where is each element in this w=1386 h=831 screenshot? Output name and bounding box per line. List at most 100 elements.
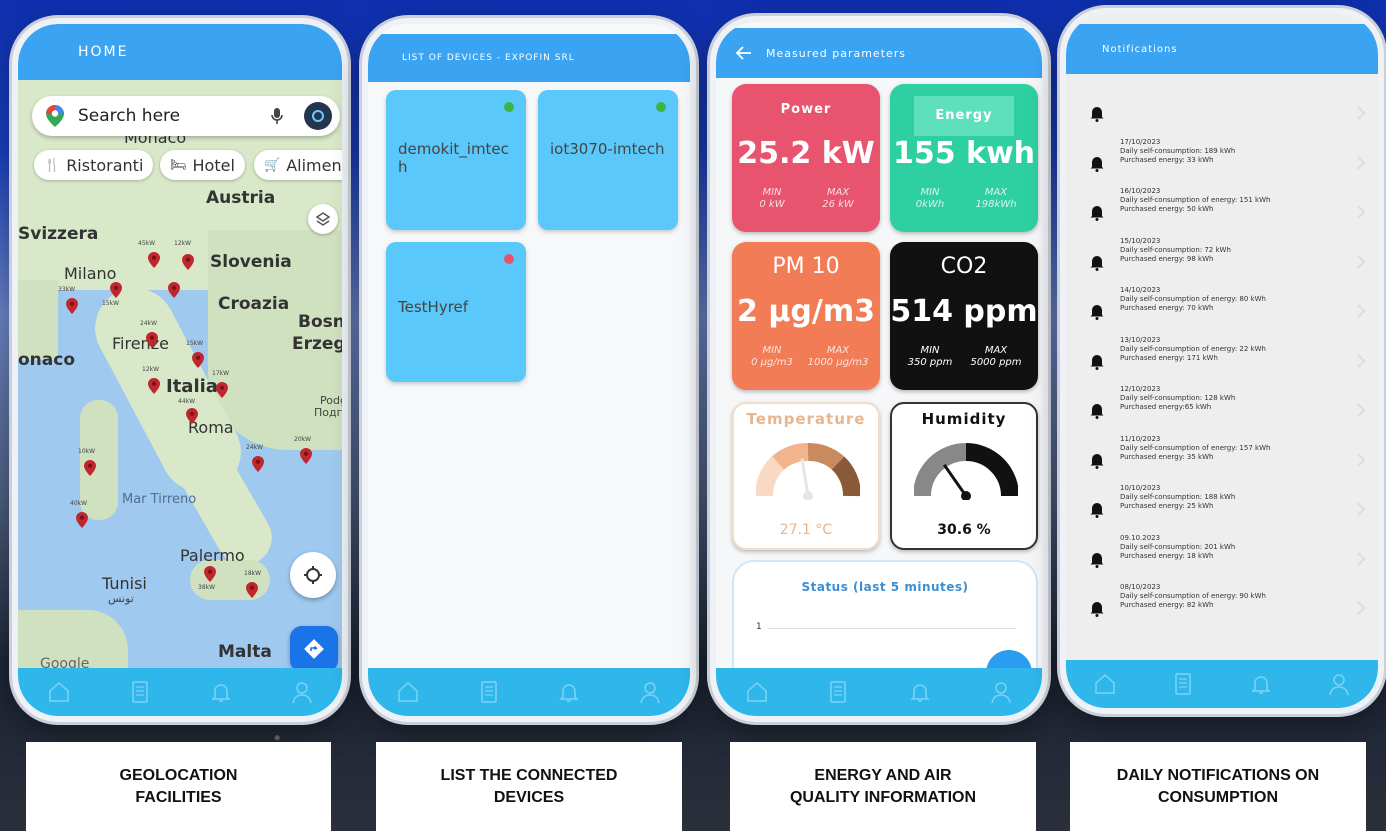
- pin-label: 12kW: [174, 240, 192, 247]
- home-icon[interactable]: [1093, 672, 1117, 696]
- pm10-card[interactable]: PM 10 2 µg/m3 MIN 0 µg/m3 MAX 1000 µg/m3: [732, 242, 880, 390]
- my-location-button[interactable]: [290, 552, 336, 598]
- document-icon[interactable]: [1171, 672, 1195, 696]
- map-pin[interactable]: [204, 566, 216, 582]
- map-label-tunisi-ar: تونس: [108, 592, 134, 605]
- notification-item[interactable]: 16/10/2023 Daily self-consumption of ener…: [1120, 187, 1270, 214]
- temperature-card[interactable]: Temperature 27.1 °C: [732, 402, 880, 550]
- user-icon[interactable]: [989, 680, 1013, 704]
- map-pin[interactable]: [186, 408, 198, 424]
- map-pin[interactable]: [66, 298, 78, 314]
- notification-item[interactable]: 17/10/2023 Daily self-consumption: 189 kW…: [1120, 138, 1235, 165]
- search-input[interactable]: Search here: [78, 106, 270, 126]
- home-icon[interactable]: [745, 680, 769, 704]
- notification-line1: Daily self-consumption: 188 kWh: [1120, 493, 1236, 501]
- map-pin[interactable]: [146, 332, 158, 348]
- map-pin[interactable]: [168, 282, 180, 298]
- caption-text: DAILY NOTIFICATIONS ON CONSUMPTION: [1116, 766, 1320, 806]
- pin-label: 20kW: [294, 436, 312, 443]
- device-tile[interactable]: iot3070-imtech: [538, 90, 678, 230]
- notification-item[interactable]: 14/10/2023 Daily self-consumption of ener…: [1120, 286, 1266, 313]
- chevron-right-icon[interactable]: [1356, 452, 1366, 467]
- chip-restaurants[interactable]: 🍴 Ristoranti: [34, 150, 154, 180]
- notification-item[interactable]: 15/10/2023 Daily self-consumption: 72 kWh…: [1120, 237, 1231, 264]
- google-logo: Google: [40, 656, 90, 668]
- device-tile[interactable]: TestHyref: [386, 242, 526, 382]
- user-icon[interactable]: [290, 680, 314, 704]
- notification-date: 14/10/2023: [1120, 286, 1161, 294]
- microphone-icon[interactable]: [270, 107, 284, 125]
- bell-icon[interactable]: [1249, 672, 1273, 696]
- energy-card[interactable]: Energy 155 kwh MIN 0kWh MAX 198kWh: [890, 84, 1038, 232]
- chip-label: Hotel: [192, 155, 235, 175]
- chevron-right-icon[interactable]: [1356, 106, 1366, 120]
- map-search-bar[interactable]: Search here: [32, 96, 340, 136]
- avatar[interactable]: [304, 102, 332, 130]
- document-icon[interactable]: [128, 680, 152, 704]
- map-pin[interactable]: [148, 378, 160, 394]
- power-card[interactable]: Power 25.2 kW MIN 0 kW MAX 26 kW: [732, 84, 880, 232]
- notification-item[interactable]: 11/10/2023 Daily self-consumption of ener…: [1120, 435, 1270, 462]
- pin-label: 44kW: [178, 398, 196, 405]
- pin-label: 24kW: [246, 444, 264, 451]
- chip-food[interactable]: 🛒 Aliment: [254, 150, 342, 180]
- chip-hotel[interactable]: 🛏 Hotel: [160, 150, 245, 180]
- notification-item[interactable]: 09.10.2023 Daily self-consumption: 201 kW…: [1120, 534, 1235, 561]
- bell-icon[interactable]: [557, 680, 581, 704]
- map-pin[interactable]: [192, 352, 204, 368]
- directions-button[interactable]: [290, 626, 338, 668]
- user-icon[interactable]: [638, 680, 662, 704]
- user-icon[interactable]: [1327, 672, 1351, 696]
- card-max: MAX 198kWh: [964, 187, 1028, 211]
- map-pin[interactable]: [246, 582, 258, 598]
- notification-item[interactable]: 10/10/2023 Daily self-consumption: 188 kW…: [1120, 484, 1235, 511]
- map-pin[interactable]: [76, 512, 88, 528]
- min-value: 0 kW: [759, 199, 785, 210]
- home-icon[interactable]: [396, 680, 420, 704]
- chevron-right-icon[interactable]: [1356, 403, 1366, 417]
- pin-label: 45kW: [138, 240, 156, 247]
- pin-label: 40kW: [70, 500, 88, 507]
- document-icon[interactable]: [826, 680, 850, 704]
- notification-item[interactable]: 12/10/2023 Daily self-consumption: 128 kW…: [1120, 385, 1235, 412]
- map-pin[interactable]: [84, 460, 96, 476]
- notification-line2: Purchased energy: 70 kWh: [1120, 304, 1214, 312]
- chevron-right-icon[interactable]: [1356, 502, 1366, 516]
- chevron-right-icon[interactable]: [1356, 205, 1366, 219]
- bell-icon[interactable]: [209, 680, 233, 704]
- notifications-screen: Notifications 17/10/2023 Daily self-consu…: [1066, 14, 1378, 708]
- caption-notifications: DAILY NOTIFICATIONS ON CONSUMPTION: [1070, 742, 1366, 831]
- layers-button[interactable]: [308, 204, 338, 234]
- map-label-podgo: Подго: [314, 406, 342, 419]
- map-pin[interactable]: [216, 382, 228, 398]
- map-pin[interactable]: [300, 448, 312, 464]
- home-icon[interactable]: [47, 680, 71, 704]
- map-pin[interactable]: [110, 282, 122, 298]
- chevron-right-icon[interactable]: [1356, 254, 1366, 269]
- map-pin[interactable]: [182, 254, 194, 270]
- notification-item[interactable]: 08/10/2023 Daily self-consumption of ener…: [1120, 583, 1266, 610]
- co2-card[interactable]: CO2 514 ppm MIN 350 ppm MAX 5000 ppm: [890, 242, 1038, 390]
- chevron-right-icon[interactable]: [1356, 353, 1366, 368]
- max-value: 198kWh: [975, 199, 1017, 210]
- humidity-card[interactable]: Humidity 30.6 %: [890, 402, 1038, 550]
- bell-icon[interactable]: [908, 680, 932, 704]
- layers-icon: [315, 212, 331, 226]
- map-pin[interactable]: [148, 252, 160, 268]
- device-tile[interactable]: demokit_imtech: [386, 90, 526, 230]
- chevron-right-icon[interactable]: [1356, 601, 1366, 615]
- chevron-right-icon[interactable]: [1356, 304, 1366, 318]
- caption-devices: LIST THE CONNECTED DEVICES: [376, 742, 682, 831]
- back-arrow-icon[interactable]: [736, 46, 752, 60]
- chevron-right-icon[interactable]: [1356, 155, 1366, 170]
- devices-topbar: LIST OF DEVICES - EXPOFIN SRL: [368, 34, 690, 82]
- map-label-milano: Milano: [64, 264, 117, 283]
- phone-devices: LIST OF DEVICES - EXPOFIN SRL demokit_im…: [362, 18, 696, 722]
- map-pin[interactable]: [252, 456, 264, 472]
- caption-energy: ENERGY AND AIR QUALITY INFORMATION: [730, 742, 1036, 831]
- document-icon[interactable]: [477, 680, 501, 704]
- bell-icon: [1090, 107, 1104, 122]
- notification-item[interactable]: 13/10/2023 Daily self-consumption of ener…: [1120, 336, 1266, 363]
- phone-notifications: Notifications 17/10/2023 Daily self-consu…: [1060, 8, 1384, 714]
- chevron-right-icon[interactable]: [1356, 551, 1366, 566]
